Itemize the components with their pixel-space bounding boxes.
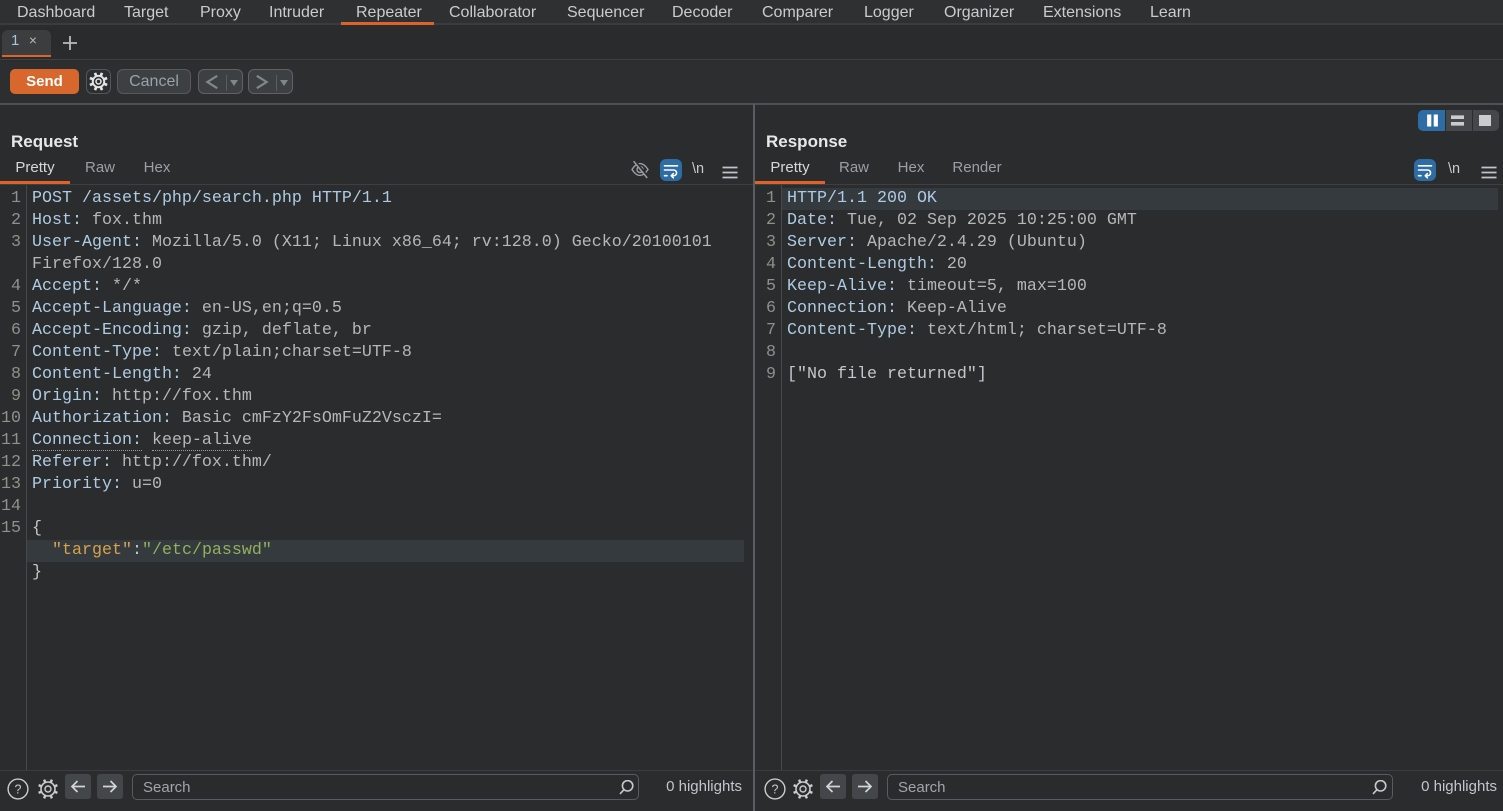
- svg-text:?: ?: [772, 783, 779, 797]
- svg-text:?: ?: [15, 783, 22, 797]
